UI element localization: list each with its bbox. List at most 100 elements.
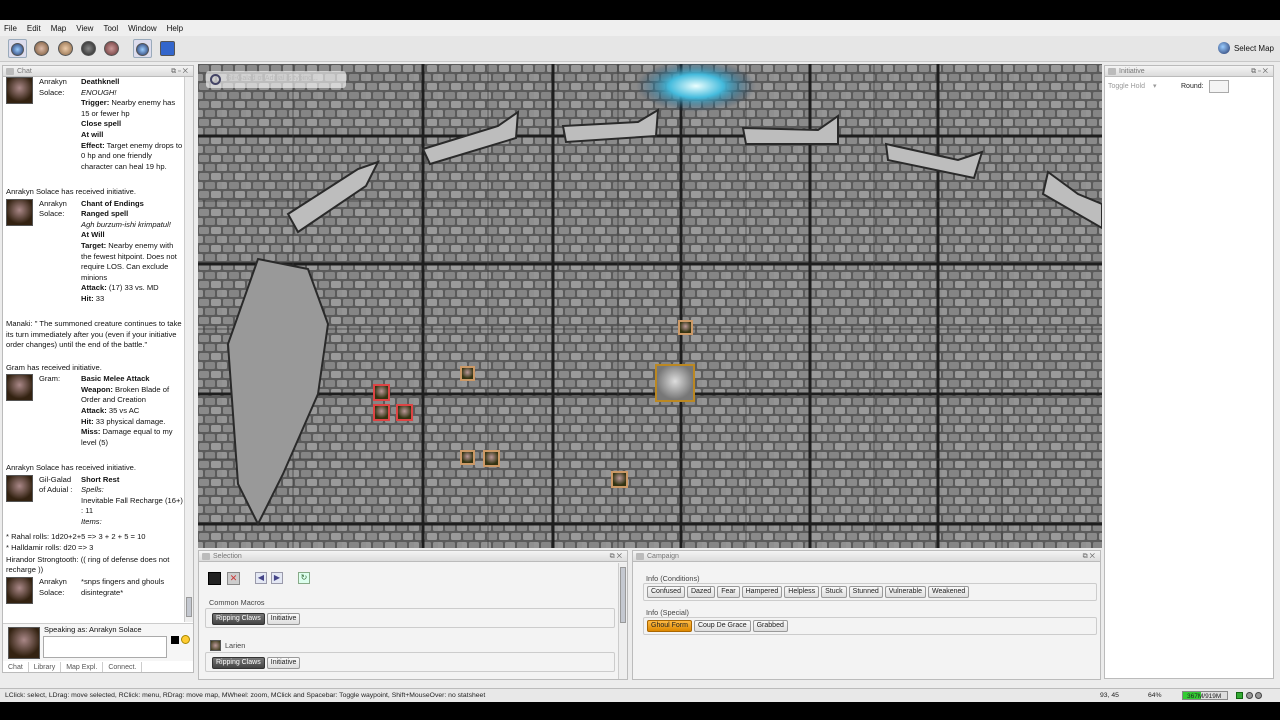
initiative-button[interactable]: Initiative [266, 613, 301, 625]
token-large-creature[interactable] [655, 364, 695, 402]
message-field-value: 33 physical damage. [93, 416, 166, 426]
message-line: Agh burzum-ishi krimpatul! [81, 219, 171, 229]
deselect-icon[interactable]: ✕ [227, 572, 240, 585]
message-line: ENOUGH! [81, 87, 117, 97]
menu-file[interactable]: File [4, 24, 17, 33]
message-line: At will [81, 129, 104, 139]
avatar [6, 474, 33, 502]
tab-library[interactable]: Library [29, 662, 62, 672]
memory-usage-bar[interactable]: 367M/919M [1182, 691, 1228, 700]
chat-message: * Rahal rolls: 1d20+2+5 => 3 + 2 + 5 = 1… [6, 531, 146, 541]
chat-message: Manaki: " The summoned creature continue… [6, 319, 182, 350]
condition-stuck-button[interactable]: Stuck [821, 586, 847, 598]
status-bar: LClick: select, LDrag: move selected, RC… [0, 688, 1280, 702]
message-field-label: Target: [81, 240, 107, 250]
memory-text: 367M/919M [1187, 693, 1222, 700]
token-ally-5[interactable] [611, 471, 628, 488]
message-line: Deathknell [81, 77, 120, 86]
message-line: Trigger: Nearby enemy has 15 or fewer hp [81, 98, 185, 119]
coup-de-grace-button[interactable]: Coup De Grace [693, 620, 751, 632]
avatar [6, 198, 33, 226]
selection-panel: Selection ⧉✕ ✕ ◀ ▶ ↻ Common Macros Rippi… [198, 550, 628, 680]
template-tool-icon[interactable] [58, 41, 73, 56]
message-body: Basic Melee Attack Weapon: Broken Blade o… [81, 374, 185, 448]
toggle-hold-button[interactable]: Toggle Hold [1108, 83, 1145, 90]
condition-dazed-button[interactable]: Dazed [686, 586, 716, 598]
token-initiative-button[interactable]: Initiative [266, 657, 301, 669]
message-line: Attack: (17) 33 vs. MD [81, 283, 185, 294]
refresh-icon[interactable]: ↻ [298, 572, 310, 584]
select-all-icon[interactable] [208, 572, 221, 585]
ripping-claws-button[interactable]: Ripping Claws [212, 613, 265, 625]
special-label: Info (Special) [646, 608, 689, 617]
selection-scroll-thumb[interactable] [620, 567, 626, 623]
text-color-icon[interactable] [171, 636, 179, 644]
condition-confused-button[interactable]: Confused [647, 586, 685, 598]
condition-stunned-button[interactable]: Stunned [848, 586, 883, 598]
round-label: Round: [1181, 83, 1204, 90]
map-view[interactable]: Gil-Galad of Aduial is typing... [198, 64, 1102, 548]
typing-notification: Gil-Galad of Aduial is typing... [206, 71, 346, 88]
chevron-down-icon[interactable]: ▾ [1153, 82, 1157, 90]
chat-message: Gram has received initiative. [6, 362, 102, 372]
message-field-value: (17) 33 vs. MD [106, 283, 159, 293]
chat-scroll-thumb[interactable] [186, 597, 192, 617]
token-ally-1[interactable] [678, 320, 693, 335]
draw-tool-icon[interactable] [34, 41, 49, 56]
chat-input[interactable] [43, 636, 167, 658]
panel-controls-icon[interactable]: ⧉▫✕ [1251, 66, 1270, 77]
token-ripping-claws-button[interactable]: Ripping Claws [212, 657, 265, 669]
message-line: Hit: 33 [81, 294, 185, 305]
panel-controls-icon[interactable]: ⧉✕ [1083, 551, 1097, 562]
menu-tool[interactable]: Tool [103, 24, 118, 33]
next-icon[interactable]: ▶ [271, 572, 283, 584]
chat-title: Chat [17, 68, 32, 75]
chat-message: Hirandor Strongtooth: (( ring of defense… [6, 554, 170, 575]
panel-controls-icon[interactable]: ⧉▫✕ [171, 66, 190, 77]
tab-chat[interactable]: Chat [3, 662, 29, 672]
grabbed-button[interactable]: Grabbed [752, 620, 788, 632]
dungeon-map[interactable] [198, 64, 1102, 548]
message-line: Attack: 35 vs AC [81, 406, 185, 417]
tab-connections[interactable]: Connect. [103, 662, 143, 672]
menu-help[interactable]: Help [167, 24, 183, 33]
token-enemy-3[interactable] [396, 404, 413, 421]
menu-bar: File Edit Map View Tool Window Help [0, 20, 1280, 36]
round-field[interactable] [1209, 80, 1229, 93]
fog-tool-icon[interactable] [81, 41, 96, 56]
conditions-group: Confused Dazed Fear Hampered Helpless Stuck St… [643, 583, 1097, 601]
token-enemy-1[interactable] [373, 384, 390, 401]
token-enemy-2[interactable] [373, 404, 390, 421]
ghoul-form-button[interactable]: Ghoul Form [647, 620, 692, 632]
select-map-button[interactable]: Select Map [1217, 42, 1274, 54]
common-macros-label: Common Macros [209, 598, 265, 607]
message-sender: Anrakyn Solace: [39, 77, 67, 97]
previous-icon[interactable]: ◀ [255, 572, 267, 584]
chat-scrollbar[interactable] [184, 77, 193, 622]
condition-hampered-button[interactable]: Hampered [741, 586, 783, 598]
smiley-icon[interactable] [181, 635, 190, 644]
condition-helpless-button[interactable]: Helpless [784, 586, 820, 598]
menu-window[interactable]: Window [128, 24, 156, 33]
tab-map-explorer[interactable]: Map Expl. [61, 662, 104, 672]
topology-tool-icon[interactable] [104, 41, 119, 56]
message-body: Deathknell ENOUGH! Trigger: Nearby enemy h… [81, 77, 185, 172]
token-ally-4[interactable] [483, 450, 500, 467]
menu-edit[interactable]: Edit [27, 24, 41, 33]
campaign-title: Campaign [647, 553, 679, 560]
menu-view[interactable]: View [76, 24, 93, 33]
gm-view-icon[interactable] [160, 41, 175, 56]
condition-weakened-button[interactable]: Weakened [927, 586, 970, 598]
condition-fear-button[interactable]: Fear [717, 586, 740, 598]
token-ally-3[interactable] [460, 450, 475, 465]
campaign-title-bar: Campaign ⧉✕ [633, 551, 1100, 562]
selection-scrollbar[interactable] [618, 563, 627, 679]
message-line: Chant of Endings [81, 198, 144, 208]
menu-map[interactable]: Map [51, 24, 67, 33]
token-ally-2[interactable] [460, 366, 475, 381]
larien-avatar [210, 640, 221, 651]
message-field-label: Weapon: [81, 384, 113, 394]
panel-controls-icon[interactable]: ⧉✕ [610, 551, 624, 562]
condition-vulnerable-button[interactable]: Vulnerable [884, 586, 926, 598]
typing-icon [210, 74, 221, 85]
